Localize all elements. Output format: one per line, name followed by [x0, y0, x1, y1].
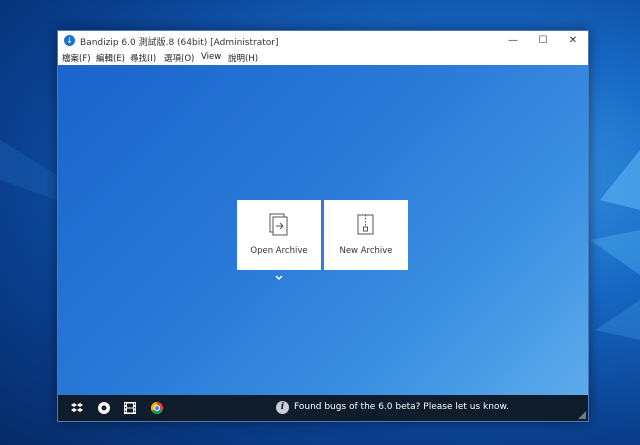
bandizip-window: ↓ Bandizip 6.0 測試版.8 (64bit) [Administra…: [57, 30, 589, 422]
new-archive-button[interactable]: New Archive: [324, 200, 408, 270]
dropbox-icon[interactable]: [70, 401, 84, 415]
menu-help[interactable]: 說明(H): [228, 52, 258, 64]
open-archive-icon: [269, 213, 288, 236]
window-title: Bandizip 6.0 測試版.8 (64bit) [Administrato…: [80, 38, 279, 48]
disc-icon[interactable]: [97, 401, 111, 415]
chrome-icon[interactable]: [150, 401, 164, 415]
film-icon[interactable]: [123, 401, 137, 415]
menu-bar: 檔案(F) 編輯(E) 尋找(I) 選項(O) View 說明(H): [58, 51, 588, 65]
bug-report-link[interactable]: Found bugs of the 6.0 beta? Please let u…: [294, 402, 509, 412]
title-bar[interactable]: ↓ Bandizip 6.0 測試版.8 (64bit) [Administra…: [58, 31, 588, 51]
bottom-bar: i Found bugs of the 6.0 beta? Please let…: [58, 395, 588, 421]
menu-edit[interactable]: 編輯(E): [96, 52, 125, 64]
resize-grip-icon[interactable]: [578, 411, 586, 419]
menu-file[interactable]: 檔案(F): [62, 52, 91, 64]
menu-find[interactable]: 尋找(I): [130, 52, 156, 64]
open-archive-button[interactable]: Open Archive: [237, 200, 321, 270]
chevron-down-icon[interactable]: [274, 274, 284, 282]
open-archive-label: Open Archive: [250, 246, 308, 256]
new-archive-label: New Archive: [339, 246, 393, 256]
maximize-button[interactable]: ☐: [528, 31, 558, 51]
menu-options[interactable]: 選項(O): [164, 52, 194, 64]
close-button[interactable]: ✕: [558, 31, 588, 51]
menu-view[interactable]: View: [201, 52, 221, 62]
info-icon: i: [276, 401, 289, 414]
minimize-button[interactable]: —: [498, 31, 528, 51]
new-archive-icon: [357, 214, 374, 235]
bandizip-logo-icon: ↓: [64, 35, 75, 46]
main-panel: Open Archive New Archive: [58, 65, 588, 395]
